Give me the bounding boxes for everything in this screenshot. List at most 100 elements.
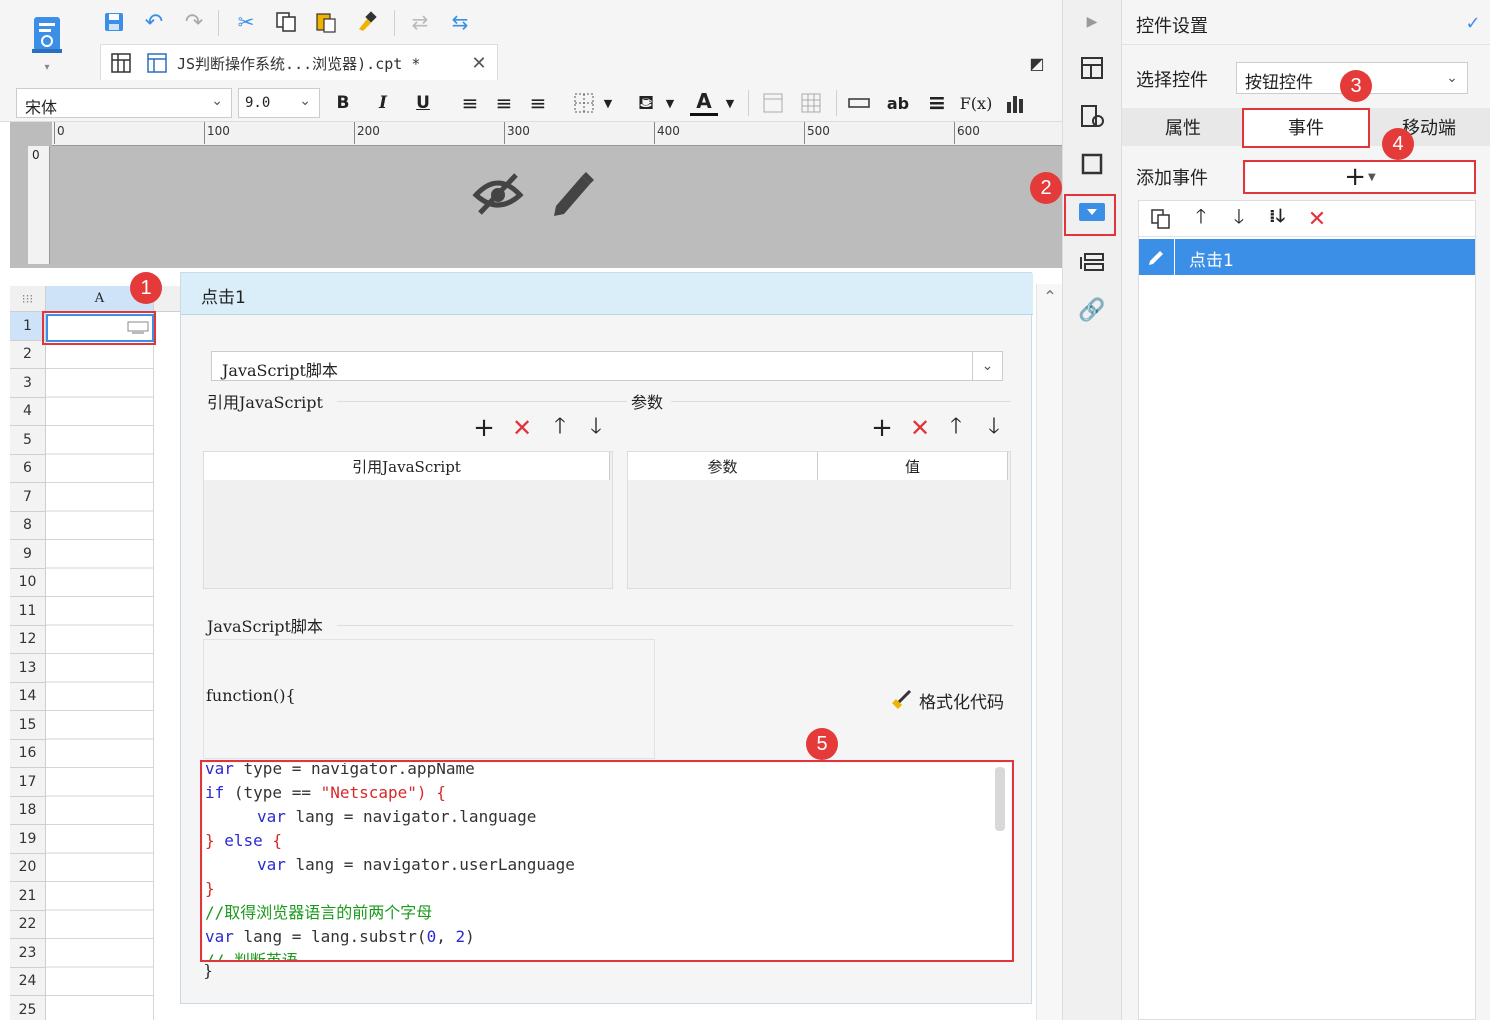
text-color-icon[interactable]: A (690, 88, 718, 116)
tab-title: JS判断操作系统...浏览器).cpt * (177, 55, 421, 73)
swap-disabled-icon[interactable]: ⇄ (406, 8, 434, 36)
ruler-tick (804, 122, 805, 144)
row-header[interactable]: 8 (10, 511, 46, 540)
row-header[interactable]: 15 (10, 711, 46, 740)
move-up-ref-js-button[interactable]: 🡑 (547, 414, 573, 441)
undo-icon[interactable]: ↶ (140, 8, 168, 36)
chevron-down-icon[interactable]: ▾ (40, 62, 54, 73)
app-logo-icon[interactable] (28, 12, 68, 58)
row-header[interactable]: 25 (10, 996, 46, 1020)
font-size-select[interactable]: 9.0 ⌄ (238, 88, 320, 118)
row-header[interactable]: 4 (10, 397, 46, 426)
row-header[interactable]: 2 (10, 340, 46, 369)
format-painter-icon[interactable] (352, 8, 380, 36)
chevron-right-icon[interactable]: ▶ (1080, 10, 1104, 34)
pencil-icon[interactable] (546, 166, 598, 220)
swap-icon[interactable]: ⇆ (446, 8, 474, 36)
row-header[interactable]: 12 (10, 625, 46, 654)
font-name-value: 宋体 (25, 98, 58, 117)
redo-icon[interactable]: ↷ (180, 8, 208, 36)
row-header[interactable]: 14 (10, 682, 46, 711)
sheet-corner[interactable]: ⁝⁝⁝ (10, 286, 46, 312)
paragraph-icon[interactable]: ≡ (924, 90, 950, 116)
delete-ref-js-button[interactable]: ✕ (509, 414, 535, 442)
ruler-tick (54, 122, 55, 144)
move-up-event-icon[interactable]: 🡑 (1187, 204, 1215, 233)
dialog-scrollbar[interactable]: ⌃ (1036, 284, 1062, 1020)
align-left-icon[interactable]: ≡ (456, 90, 484, 116)
formula-icon[interactable]: F(x) (960, 90, 993, 116)
delete-event-icon[interactable]: ✕ (1303, 205, 1331, 233)
text-field-icon[interactable] (846, 90, 872, 116)
hidden-eye-icon[interactable] (470, 168, 526, 218)
expand-corner-icon[interactable]: ◩ (1024, 50, 1050, 76)
chevron-down-icon[interactable]: ▼ (722, 92, 738, 114)
move-down-ref-js-button[interactable]: 🡓 (583, 414, 609, 441)
row-header[interactable]: 19 (10, 825, 46, 854)
row-header[interactable]: 10 (10, 568, 46, 597)
underline-button[interactable]: U (410, 90, 436, 116)
row-header[interactable]: 21 (10, 882, 46, 911)
step-badge-5: 5 (806, 728, 838, 760)
copy-event-icon[interactable] (1147, 205, 1175, 233)
move-down-param-button[interactable]: 🡓 (981, 414, 1007, 441)
param-column-header[interactable]: 参数 (628, 452, 818, 480)
script-type-value: JavaScript脚本 (222, 361, 338, 380)
save-icon[interactable] (100, 8, 128, 36)
delete-param-button[interactable]: ✕ (907, 414, 933, 442)
align-center-icon[interactable]: ≡ (490, 90, 518, 116)
row-header[interactable]: 17 (10, 768, 46, 797)
row-header[interactable]: 18 (10, 796, 46, 825)
row-header[interactable]: 24 (10, 967, 46, 996)
font-name-select[interactable]: 宋体 ⌄ (16, 88, 232, 118)
text-ab-icon[interactable]: ab (884, 90, 912, 116)
paste-icon[interactable] (312, 8, 340, 36)
row-header[interactable]: 6 (10, 454, 46, 483)
event-list-item[interactable]: 点击1 (1139, 239, 1475, 275)
row-header[interactable]: 16 (10, 739, 46, 768)
row-header[interactable]: 11 (10, 597, 46, 626)
add-ref-js-button[interactable]: + (471, 413, 497, 443)
copy-icon[interactable] (272, 8, 300, 36)
row-header[interactable]: 20 (10, 853, 46, 882)
bold-button[interactable]: B (330, 90, 356, 116)
value-column-header[interactable]: 值 (818, 452, 1008, 480)
table-icon[interactable] (798, 90, 824, 116)
cut-icon[interactable]: ✂ (232, 8, 260, 36)
chart-icon[interactable] (1002, 90, 1030, 116)
row-header[interactable]: 23 (10, 939, 46, 968)
sort-event-icon[interactable]: ⁞🡓 (1263, 205, 1291, 233)
chevron-down-icon[interactable]: ▼ (662, 92, 678, 114)
row-header[interactable]: 1 (10, 312, 46, 341)
frame-icon[interactable] (1076, 148, 1108, 180)
pin-icon[interactable]: ✓ (1460, 10, 1486, 36)
template-tab[interactable]: JS判断操作系统...浏览器).cpt * ✕ (100, 44, 498, 80)
row-header[interactable]: 9 (10, 540, 46, 569)
script-type-select[interactable]: JavaScript脚本 ⌄ (211, 351, 1003, 381)
row-header[interactable]: 5 (10, 426, 46, 455)
align-right-icon[interactable]: ≡ (524, 90, 552, 116)
fill-color-icon[interactable]: ⛾ (632, 90, 660, 116)
tab-properties[interactable]: 属性 (1122, 108, 1244, 146)
condition-attr-icon[interactable] (1076, 246, 1108, 278)
move-down-event-icon[interactable]: 🡓 (1225, 204, 1253, 233)
italic-button[interactable]: I (370, 90, 396, 116)
cell-element-icon[interactable] (1076, 100, 1108, 132)
ref-js-column-header[interactable]: 引用JavaScript (204, 452, 610, 480)
row-header[interactable]: 7 (10, 483, 46, 512)
format-code-button[interactable]: 格式化代码 (889, 685, 1013, 715)
cell-attr-icon[interactable] (1076, 52, 1108, 84)
chevron-up-icon[interactable]: ⌃ (1037, 284, 1063, 308)
row-header[interactable]: 13 (10, 654, 46, 683)
add-param-button[interactable]: + (869, 413, 895, 443)
chevron-down-icon[interactable]: ▼ (600, 92, 616, 114)
row-header[interactable]: 3 (10, 369, 46, 398)
chevron-down-icon: ⌄ (211, 93, 223, 109)
border-icon[interactable] (570, 90, 598, 116)
cell-layout-icon[interactable] (760, 90, 786, 116)
hyperlink-icon[interactable]: 🔗 (1076, 294, 1108, 326)
row-header[interactable]: 22 (10, 910, 46, 939)
event-item-label: 点击1 (1189, 251, 1234, 271)
close-icon[interactable]: ✕ (467, 51, 491, 75)
move-up-param-button[interactable]: 🡑 (943, 414, 969, 441)
